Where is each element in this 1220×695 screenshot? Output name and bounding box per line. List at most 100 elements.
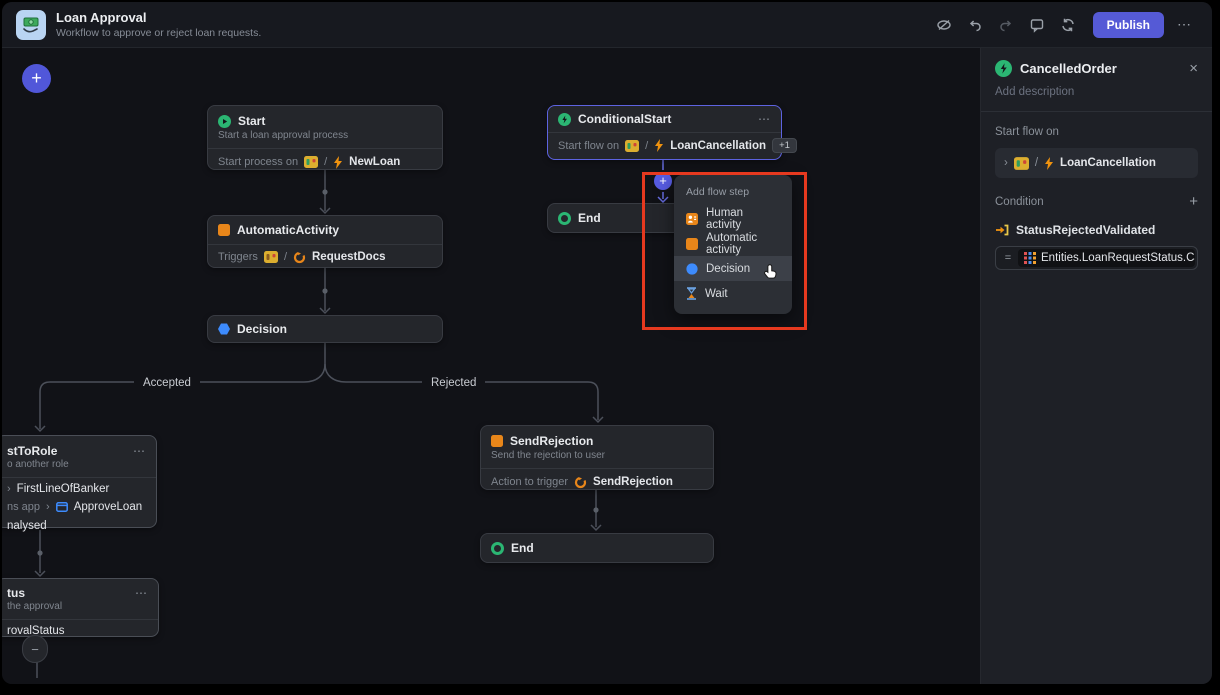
equals-icon: = (998, 252, 1018, 264)
sync-icon[interactable] (1056, 13, 1080, 37)
node-subtitle: the approval (2, 601, 158, 619)
node-conditional-start[interactable]: ConditionalStart ⋯ Start flow on / LoanC… (547, 105, 782, 160)
panel-header: CancelledOrder × (995, 48, 1198, 77)
main-content: + Start Start a loan approval process St… (2, 48, 1212, 684)
menu-item-label: Decision (706, 263, 750, 275)
flow-trigger-card[interactable]: › / LoanCancellation (995, 148, 1198, 178)
wait-icon (686, 287, 697, 300)
branch-label-accepted: Accepted (134, 376, 200, 390)
node-title: End (578, 211, 601, 225)
app-header: Loan Approval Workflow to approve or rej… (2, 2, 1212, 48)
condition-row[interactable]: StatusRejectedValidated (995, 223, 1198, 237)
app-title-block: Loan Approval Workflow to approve or rej… (56, 10, 261, 39)
node-title: SendRejection (510, 434, 593, 448)
undo-icon[interactable] (963, 13, 987, 37)
plus-icon: + (659, 173, 667, 188)
node-assign-to-role[interactable]: stToRole ⋯ o another role › FirstLineOfB… (2, 435, 157, 528)
slash-separator: / (284, 251, 287, 263)
node-menu-button[interactable]: ⋯ (758, 112, 771, 126)
description-placeholder[interactable]: Add description (995, 86, 1198, 98)
end-icon (491, 542, 504, 555)
close-icon[interactable]: × (1189, 60, 1198, 77)
node-title: AutomaticActivity (237, 223, 339, 237)
row-value: LoanCancellation (670, 140, 766, 152)
app-logo-icon (16, 10, 46, 40)
node-automatic-activity[interactable]: AutomaticActivity Triggers / RequestDocs (207, 215, 443, 268)
menu-item-automatic-activity[interactable]: Automatic activity (674, 231, 792, 256)
node-send-rejection[interactable]: SendRejection Send the rejection to user… (480, 425, 714, 490)
app-icon (264, 251, 278, 263)
add-step-on-wire-button[interactable]: + (654, 172, 672, 190)
node-title: Decision (237, 322, 287, 336)
row-value: RequestDocs (312, 251, 386, 263)
publish-button[interactable]: Publish (1093, 12, 1164, 38)
menu-item-label: Human activity (706, 207, 780, 231)
slash-separator: / (645, 140, 648, 152)
page-title: Loan Approval (56, 10, 261, 25)
menu-title: Add flow step (674, 184, 792, 206)
menu-item-decision[interactable]: Decision (674, 256, 792, 281)
node-end-bottom[interactable]: End (480, 533, 714, 563)
slash-separator: / (324, 156, 327, 168)
row-label: Start flow on (558, 140, 619, 152)
menu-item-label: Automatic activity (706, 232, 780, 256)
lightning-icon (333, 156, 343, 169)
lightning-icon (1044, 157, 1054, 170)
more-triggers-badge[interactable]: +1 (772, 138, 797, 153)
decision-icon (218, 323, 230, 335)
screen-icon (56, 502, 68, 512)
chevron-right-icon: › (7, 483, 11, 495)
conditional-start-icon (995, 60, 1012, 77)
row-value: ApproveLoan (74, 501, 142, 513)
menu-item-wait[interactable]: Wait (674, 281, 792, 306)
node-subtitle: Send the rejection to user (481, 450, 713, 468)
collapse-branch-button[interactable]: − (22, 635, 48, 663)
row-label: Action to trigger (491, 476, 568, 488)
node-subtitle: Start a loan approval process (208, 130, 442, 148)
header-more-button[interactable]: ⋯ (1171, 16, 1198, 33)
node-status[interactable]: tus ⋯ the approval rovalStatus (2, 578, 159, 637)
chevron-right-icon: › (46, 501, 50, 513)
slash-separator: / (1035, 157, 1038, 169)
node-menu-button[interactable]: ⋯ (133, 444, 146, 458)
row-value: nalysed (7, 520, 47, 532)
start-flow-on-label: Start flow on (995, 126, 1198, 138)
redo-icon[interactable] (994, 13, 1018, 37)
node-title: End (511, 541, 534, 555)
app-icon (304, 156, 318, 168)
add-flow-step-menu: Add flow step Human activity Automatic a… (674, 175, 792, 314)
condition-input-icon (995, 224, 1009, 236)
add-condition-button[interactable]: + (1189, 193, 1198, 210)
row-prefix: ns app (7, 501, 40, 513)
condition-header: Condition + (995, 193, 1198, 210)
node-title: Start (238, 114, 265, 128)
decision-icon (686, 263, 698, 275)
page-subtitle: Workflow to approve or reject loan reque… (56, 27, 261, 39)
node-start[interactable]: Start Start a loan approval process Star… (207, 105, 443, 170)
preview-icon[interactable] (932, 13, 956, 37)
start-icon (218, 115, 231, 128)
node-menu-button[interactable]: ⋯ (135, 586, 148, 600)
chevron-right-icon[interactable]: › (1004, 157, 1008, 169)
add-node-button[interactable]: + (22, 64, 51, 93)
human-activity-icon (686, 213, 698, 225)
node-decision[interactable]: Decision (207, 315, 443, 343)
end-icon (558, 212, 571, 225)
properties-panel: CancelledOrder × Add description Start f… (980, 48, 1212, 684)
action-icon (574, 476, 587, 489)
automatic-activity-icon (218, 224, 230, 236)
row-label: Start process on (218, 156, 298, 168)
row-label: Triggers (218, 251, 258, 263)
row-value: FirstLineOfBanker (17, 483, 110, 495)
panel-divider (981, 111, 1212, 112)
workflow-canvas[interactable]: + Start Start a loan approval process St… (2, 48, 980, 684)
condition-expression-input[interactable]: = Entities.LoanRequestStatus.Cancelled (995, 246, 1198, 270)
comment-icon[interactable] (1025, 13, 1049, 37)
automatic-activity-icon (491, 435, 503, 447)
condition-expression-value: Entities.LoanRequestStatus.Cancelled (1018, 249, 1195, 267)
automatic-activity-icon (686, 238, 698, 250)
node-title: tus (7, 586, 25, 600)
row-value: SendRejection (593, 476, 673, 488)
menu-item-human-activity[interactable]: Human activity (674, 206, 792, 231)
action-icon (293, 251, 306, 264)
